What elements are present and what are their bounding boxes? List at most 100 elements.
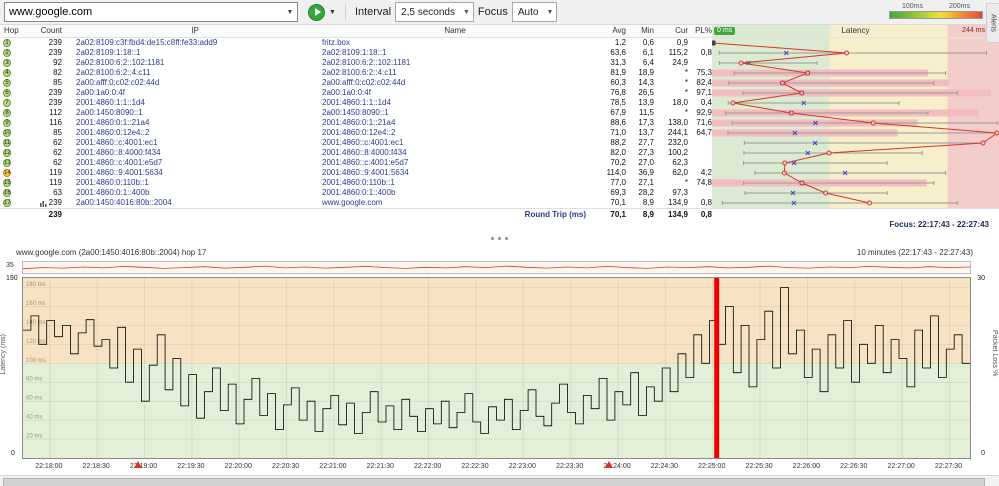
- alerts-tab[interactable]: Alerts: [986, 3, 999, 43]
- target-dropdown-arrow-icon[interactable]: ▼: [283, 9, 297, 16]
- count-value: 112: [49, 108, 62, 117]
- name-cell[interactable]: www.google.com: [320, 198, 590, 208]
- table-row-hop-9[interactable]: 9 116 2001:4860:0:1::21a4 2001:4860:0:1:…: [0, 118, 999, 128]
- header-packetloss[interactable]: PL%: [688, 25, 712, 37]
- name-cell[interactable]: 2a02:8100:6:2::4:c11: [320, 68, 590, 78]
- name-cell[interactable]: 2001:4860:0:12e4::2: [320, 128, 590, 138]
- timeline-scrollbar[interactable]: [0, 475, 999, 486]
- target-combobox[interactable]: ▼: [4, 2, 298, 22]
- name-cell[interactable]: 2001:4860::9:4001:5634: [320, 168, 590, 178]
- ip-cell[interactable]: 2a02:8100:6:2::102:1181: [70, 58, 320, 68]
- table-row-hop-8[interactable]: 8 112 2a00:1450:8090::1 2a00:1450:8090::…: [0, 108, 999, 118]
- count-cell: 85: [26, 78, 70, 88]
- latency-cell: [712, 188, 999, 198]
- table-row-hop-11[interactable]: 11 62 2001:4860::c:4001:ec1 2001:4860::c…: [0, 138, 999, 148]
- timeline-range-label: 10 minutes (22:17:43 - 22:27:43): [856, 248, 973, 257]
- avg-cell: 76,8: [610, 88, 626, 97]
- trace-table: Hop Count IP Name Avg Min Cur PL% 0 ms L…: [0, 25, 999, 230]
- alert-marker-icon[interactable]: [133, 461, 142, 468]
- name-cell[interactable]: fritz.box: [320, 38, 590, 48]
- table-row-hop-15[interactable]: 15 119 2001:4860:0:110b::1 2001:4860:0:1…: [0, 178, 999, 188]
- interval-select[interactable]: 2,5 seconds ▼: [395, 2, 474, 22]
- table-row-hop-6[interactable]: 6 239 2a00:1a0:0:4f 2a00:1a0:0:4f 76,8 2…: [0, 88, 999, 98]
- ip-cell[interactable]: 2001:4860::c:4001:ec1: [70, 138, 320, 148]
- name-cell[interactable]: 2a02:8109:1:18::1: [320, 48, 590, 58]
- table-row-hop-10[interactable]: 10 85 2001:4860:0:12e4::2 2001:4860:0:12…: [0, 128, 999, 138]
- ip-cell[interactable]: 2a02:8100:6:2::4:c11: [70, 68, 320, 78]
- focus-select[interactable]: Auto ▼: [511, 2, 558, 22]
- name-cell[interactable]: 2001:4860:0:110b::1: [320, 178, 590, 188]
- ip-cell[interactable]: 2001:4860:1:1::1d4: [70, 98, 320, 108]
- table-row-hop-3[interactable]: 3 92 2a02:8100:6:2::102:1181 2a02:8100:6…: [0, 58, 999, 68]
- name-cell[interactable]: 2001:4860:1:1::1d4: [320, 98, 590, 108]
- ip-cell[interactable]: 2a00:afff:0:c02:c02:44d: [70, 78, 320, 88]
- ip-cell[interactable]: 2a02:8109:c3f:fbd4:de15:c8ff:fe33:add9: [70, 38, 320, 48]
- hop-cell: 1: [0, 38, 26, 48]
- timeline-graph-icon[interactable]: [39, 200, 47, 207]
- ip-cell[interactable]: 2001:4860::9:4001:5634: [70, 168, 320, 178]
- packetloss-cell: [688, 138, 712, 148]
- ip-cell[interactable]: 2a02:8109:1:18::1: [70, 48, 320, 58]
- table-row-hop-14[interactable]: 14 119 2001:4860::9:4001:5634 2001:4860:…: [0, 168, 999, 178]
- alert-marker-icon[interactable]: [605, 461, 614, 468]
- header-min[interactable]: Min: [626, 25, 654, 37]
- table-row-hop-12[interactable]: 12 62 2001:4860::8:4000:f434 2001:4860::…: [0, 148, 999, 158]
- header-count[interactable]: Count: [26, 25, 70, 37]
- timeline-plot[interactable]: 20 ms 40 ms 60 ms 80 ms 100 ms 120 ms 140 ms 16…: [22, 277, 971, 459]
- name-cell[interactable]: 2001:4860:0:1::400b: [320, 188, 590, 198]
- min-cell: 11,5: [639, 108, 654, 117]
- focus-label: Focus: [477, 6, 508, 18]
- hop-number-badge: 6: [3, 89, 11, 97]
- start-trace-button[interactable]: [308, 3, 325, 21]
- packetloss-cell: [688, 158, 712, 168]
- header-avg[interactable]: Avg: [590, 25, 626, 37]
- min-cell: 28,2: [638, 188, 654, 197]
- ip-cell[interactable]: 2a00:1450:4016:80b::2004: [70, 198, 320, 208]
- packetloss-cell: 75,3: [696, 68, 712, 77]
- ip-cell[interactable]: 2001:4860:0:110b::1: [70, 178, 320, 188]
- ip-cell[interactable]: 2001:4860:0:12e4::2: [70, 128, 320, 138]
- name-cell[interactable]: 2a02:8100:6:2::102:1181: [320, 58, 590, 68]
- hop-number-badge: 15: [3, 179, 11, 187]
- ip-cell[interactable]: 2001:4860::c:4001:e5d7: [70, 158, 320, 168]
- name-cell[interactable]: 2a00:1a0:0:4f: [320, 88, 590, 98]
- ip-cell[interactable]: 2a00:1450:8090::1: [70, 108, 320, 118]
- table-row-hop-13[interactable]: 13 62 2001:4860::c:4001:e5d7 2001:4860::…: [0, 158, 999, 168]
- table-row-hop-16[interactable]: 16 63 2001:4860:0:1::400b 2001:4860:0:1:…: [0, 188, 999, 198]
- table-row-hop-2[interactable]: 2 239 2a02:8109:1:18::1 2a02:8109:1:18::…: [0, 48, 999, 58]
- ip-cell[interactable]: 2001:4860::8:4000:f434: [70, 148, 320, 158]
- x-tick-label: 22:23:30: [556, 463, 584, 470]
- name-cell[interactable]: 2001:4860::8:4000:f434: [320, 148, 590, 158]
- table-row-hop-7[interactable]: 7 239 2001:4860:1:1::1d4 2001:4860:1:1::…: [0, 98, 999, 108]
- table-row-hop-17[interactable]: 17 239 2a00:1450:4016:80b::2004 www.goog…: [0, 198, 999, 208]
- ip-cell[interactable]: 2a00:1a0:0:4f: [70, 88, 320, 98]
- name-cell[interactable]: 2a00:1450:8090::1: [320, 108, 590, 118]
- table-row-hop-1[interactable]: 1 239 2a02:8109:c3f:fbd4:de15:c8ff:fe33:…: [0, 38, 999, 48]
- table-row-hop-5[interactable]: 5 85 2a00:afff:0:c02:c02:44d 2a00:afff:0…: [0, 78, 999, 88]
- packetloss-cell: 74,8: [696, 178, 712, 187]
- name-cell[interactable]: 2001:4860::c:4001:e5d7: [320, 158, 590, 168]
- hop-cell: 14: [0, 168, 26, 178]
- round-trip-row[interactable]: 239 Round Trip (ms) 70,1 8,9 134,9 0,8: [0, 208, 999, 220]
- start-options-arrow-icon[interactable]: ▼: [329, 9, 336, 16]
- header-name[interactable]: Name: [320, 25, 590, 37]
- header-cur[interactable]: Cur: [654, 25, 688, 37]
- overview-max-label: 35: [6, 262, 14, 269]
- name-cell[interactable]: 2001:4860:0:1::21a4: [320, 118, 590, 128]
- ip-cell[interactable]: 2001:4860:0:1::21a4: [70, 118, 320, 128]
- min-cell: 26,5: [638, 88, 654, 97]
- splitter-handle[interactable]: [0, 230, 999, 246]
- x-tick-label: 22:22:30: [461, 463, 489, 470]
- name-cell[interactable]: 2001:4860::c:4001:ec1: [320, 138, 590, 148]
- name-cell[interactable]: 2a00:afff:0:c02:c02:44d: [320, 78, 590, 88]
- count-cell: 239: [26, 48, 70, 58]
- count-value: 239: [48, 48, 62, 57]
- scrollbar-thumb[interactable]: [3, 478, 985, 486]
- ip-cell[interactable]: 2001:4860:0:1::400b: [70, 188, 320, 198]
- header-ip[interactable]: IP: [70, 25, 320, 37]
- overview-strip[interactable]: [22, 261, 971, 274]
- table-row-hop-4[interactable]: 4 82 2a02:8100:6:2::4:c11 2a02:8100:6:2:…: [0, 68, 999, 78]
- target-input[interactable]: [5, 6, 283, 18]
- header-hop[interactable]: Hop: [0, 25, 26, 37]
- cur-cell: 232,0: [667, 138, 688, 147]
